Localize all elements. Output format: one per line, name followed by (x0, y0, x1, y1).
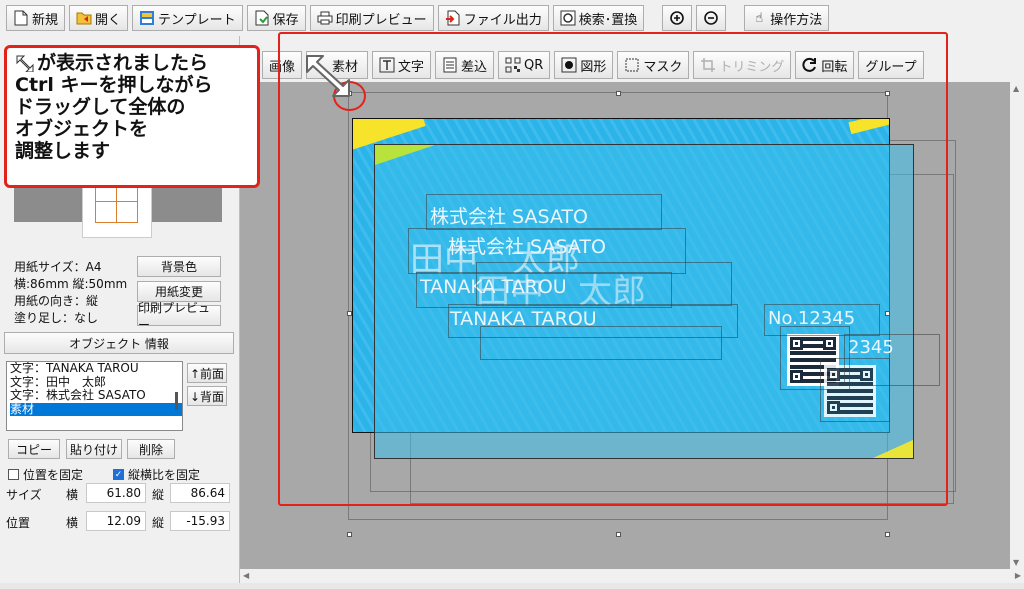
object-list[interactable]: 文字：TANAKA TAROU 文字：田中 太郎 文字：株式会社 SASATO … (6, 361, 183, 431)
file-export-icon (445, 10, 461, 26)
callout-line: 調整します (15, 140, 111, 162)
scroll-up-icon[interactable]: ▲ (1013, 84, 1019, 93)
open-button[interactable]: 開く (69, 5, 129, 31)
lock-position-checkbox[interactable]: 位置を固定 (8, 466, 83, 483)
annotation-frame (278, 32, 948, 506)
horizontal-scrollbar[interactable]: ◀ ▶ (240, 569, 1024, 583)
search-replace-button[interactable]: 検索･置換 (552, 5, 645, 31)
new-file-icon (13, 10, 29, 26)
resize-handle[interactable] (347, 532, 352, 537)
size-label: サイズ (6, 488, 42, 502)
position-x-field[interactable]: 12.09 (86, 511, 146, 531)
instruction-callout: が表示されましたら Ctrl キーを押しながら ドラッグして全体の オブジェクト… (4, 45, 260, 188)
open-folder-icon (76, 10, 92, 26)
bleed-text: 塗り足し：なし (14, 311, 99, 325)
scroll-left-icon[interactable]: ◀ (243, 571, 249, 580)
save-icon (254, 10, 270, 26)
callout-line: Ctrl キーを押しながら (15, 74, 213, 96)
file-output-button[interactable]: ファイル出力 (437, 5, 549, 31)
position-x-label: 横 (66, 516, 79, 530)
send-back-button[interactable]: ↓背面 (187, 386, 227, 406)
vertical-scrollbar[interactable]: ▲ ▼ (1010, 82, 1024, 569)
list-item[interactable]: 文字：TANAKA TAROU (10, 362, 182, 376)
size-width-label: 横 (66, 488, 79, 502)
list-scrollbar[interactable] (175, 392, 178, 410)
copy-button[interactable]: コピー (8, 439, 60, 459)
bring-front-button[interactable]: ↑前面 (187, 363, 227, 383)
print-preview-button[interactable]: 印刷プレビュー (309, 5, 434, 31)
object-info-header[interactable]: オブジェクト 情報 (4, 332, 234, 354)
keep-ratio-checkbox[interactable]: ✓ 縦横比を固定 (113, 466, 200, 483)
resize-handle[interactable] (616, 532, 621, 537)
status-bar (0, 583, 1024, 589)
layout-cell (116, 201, 138, 223)
scroll-right-icon[interactable]: ▶ (1015, 571, 1021, 580)
position-y-label: 縦 (152, 516, 165, 530)
paper-size-text: 用紙サイズ：A4 (14, 260, 102, 274)
hand-pointer-icon: ☝ (755, 10, 764, 26)
diagonal-resize-arrow-icon (16, 55, 34, 72)
callout-line: オブジェクトを (15, 118, 149, 140)
background-color-button[interactable]: 背景色 (137, 256, 221, 277)
size-height-label: 縦 (152, 488, 165, 502)
template-button[interactable]: テンプレート (132, 5, 243, 31)
callout-line: が表示されましたら (15, 52, 249, 74)
paper-orientation-text: 用紙の向き：縦 (14, 294, 99, 308)
diagonal-resize-arrow-icon (306, 55, 350, 97)
size-width-field[interactable]: 61.80 (86, 483, 146, 503)
search-icon (560, 10, 576, 26)
delete-button[interactable]: 削除 (127, 439, 175, 459)
zoom-out-icon (703, 10, 719, 26)
checkbox-box[interactable] (8, 469, 19, 480)
paste-button[interactable]: 貼り付け (66, 439, 122, 459)
position-label: 位置 (6, 516, 31, 530)
paper-dimensions-text: 横:86mm 縦:50mm (14, 277, 128, 291)
layout-cell (95, 201, 117, 223)
save-button[interactable]: 保存 (246, 5, 306, 31)
zoom-out-button[interactable] (696, 5, 727, 31)
callout-line: ドラッグして全体の (15, 96, 186, 118)
position-y-field[interactable]: -15.93 (170, 511, 230, 531)
list-item-selected[interactable]: 素材 (10, 402, 182, 416)
resize-handle[interactable] (885, 532, 890, 537)
help-button[interactable]: ☝ 操作方法 (744, 5, 830, 31)
new-button[interactable]: 新規 (6, 5, 66, 31)
list-item[interactable]: 文字：田中 太郎 (10, 375, 182, 390)
list-item[interactable]: 文字：株式会社 SASATO (10, 388, 182, 403)
scroll-down-icon[interactable]: ▼ (1013, 558, 1019, 567)
zoom-in-icon (669, 10, 685, 26)
checkbox-box-checked[interactable]: ✓ (113, 469, 124, 480)
main-toolbar: 新規 開く テンプレート 保存 印刷プレビュー ファイル出力 検索･置換 ☝ 操作… (0, 0, 1024, 36)
zoom-in-button[interactable] (662, 5, 693, 31)
side-print-preview-button[interactable]: 印刷プレビュー (137, 301, 221, 332)
template-icon (139, 10, 155, 26)
printer-icon (317, 10, 333, 26)
size-height-field[interactable]: 86.64 (170, 483, 230, 503)
